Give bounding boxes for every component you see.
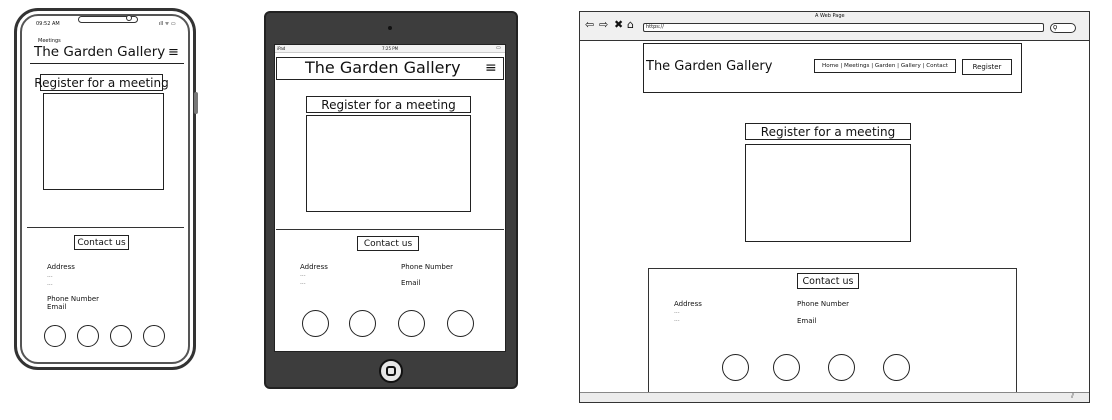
browser-address-label: Address bbox=[674, 300, 702, 308]
browser-social-icon-1[interactable] bbox=[722, 354, 749, 381]
browser-address-line-2: ... bbox=[674, 316, 680, 323]
battery-icon: ▭ bbox=[496, 45, 501, 51]
browser-site-title[interactable]: The Garden Gallery bbox=[646, 60, 772, 73]
browser-nav-links[interactable]: Home | Meetings | Garden | Gallery | Con… bbox=[814, 59, 956, 73]
magnifier-icon: ϙ bbox=[1053, 23, 1058, 31]
phone-register-form-area[interactable] bbox=[43, 93, 164, 190]
tablet-social-icon-1[interactable] bbox=[302, 310, 329, 337]
tablet-camera-icon bbox=[388, 26, 392, 30]
phone-social-icon-4[interactable] bbox=[143, 325, 165, 347]
browser-status-bar bbox=[580, 392, 1089, 402]
tablet-status-time: 7:25 PM bbox=[382, 46, 399, 51]
resize-grip-icon[interactable]: ⫽ bbox=[1071, 393, 1074, 400]
browser-register-form-area[interactable] bbox=[745, 144, 911, 242]
tablet-address-line-1: ... bbox=[300, 271, 306, 278]
browser-social-icon-4[interactable] bbox=[883, 354, 910, 381]
stop-icon[interactable]: ✖ bbox=[614, 19, 623, 30]
phone-social-icon-2[interactable] bbox=[77, 325, 99, 347]
tablet-email-label: Email bbox=[401, 279, 421, 287]
browser-address-line-1: ... bbox=[674, 308, 680, 315]
tablet-contact-heading: Contact us bbox=[357, 236, 419, 251]
home-icon[interactable]: ⌂ bbox=[627, 19, 634, 30]
phone-register-heading: Register for a meeting bbox=[34, 74, 169, 91]
browser-phone-label: Phone Number bbox=[797, 300, 850, 308]
browser-social-icon-2[interactable] bbox=[773, 354, 800, 381]
phone-side-button bbox=[194, 92, 198, 114]
tablet-status-carrier: iPad bbox=[277, 46, 286, 51]
phone-status-time: 09:52 AM bbox=[36, 21, 60, 27]
browser-social-icon-3[interactable] bbox=[828, 354, 855, 381]
home-button-icon bbox=[386, 366, 396, 376]
browser-email-label: Email bbox=[797, 317, 817, 325]
phone-address-label: Address bbox=[47, 263, 75, 271]
tablet-address-label: Address bbox=[300, 263, 328, 271]
tablet-social-icon-2[interactable] bbox=[349, 310, 376, 337]
tablet-social-icon-3[interactable] bbox=[398, 310, 425, 337]
back-arrow-icon[interactable]: ⇦ bbox=[585, 19, 594, 30]
phone-email-label: Email bbox=[47, 303, 67, 311]
phone-camera-icon bbox=[126, 15, 132, 21]
browser-register-button[interactable]: Register bbox=[962, 59, 1012, 75]
browser-register-heading: Register for a meeting bbox=[745, 123, 911, 140]
tablet-register-form-area[interactable] bbox=[306, 115, 471, 212]
phone-contact-heading: Contact us bbox=[74, 235, 129, 250]
tablet-phone-label: Phone Number bbox=[401, 263, 454, 271]
phone-social-icon-1[interactable] bbox=[44, 325, 66, 347]
url-bar[interactable] bbox=[643, 23, 1044, 32]
phone-status-icons: ıll ᯤ ▭ bbox=[159, 21, 176, 27]
tablet-hamburger-icon[interactable]: ≡ bbox=[485, 61, 497, 75]
phone-hamburger-icon[interactable]: ≡ bbox=[168, 46, 179, 59]
url-text: https:// bbox=[646, 24, 664, 30]
phone-address-line-1: ... bbox=[47, 272, 53, 279]
tablet-address-line-2: ... bbox=[300, 279, 306, 286]
phone-phone-label: Phone Number bbox=[47, 295, 100, 303]
tablet-register-heading: Register for a meeting bbox=[306, 96, 471, 113]
phone-address-line-2: ... bbox=[47, 280, 53, 287]
forward-arrow-icon[interactable]: ⇨ bbox=[599, 19, 608, 30]
phone-social-icon-3[interactable] bbox=[110, 325, 132, 347]
browser-window-title: A Web Page bbox=[815, 13, 845, 19]
phone-site-title[interactable]: The Garden Gallery bbox=[34, 45, 165, 60]
tablet-social-icon-4[interactable] bbox=[447, 310, 474, 337]
tablet-site-title[interactable]: The Garden Gallery bbox=[305, 60, 461, 76]
browser-contact-heading: Contact us bbox=[797, 273, 859, 289]
